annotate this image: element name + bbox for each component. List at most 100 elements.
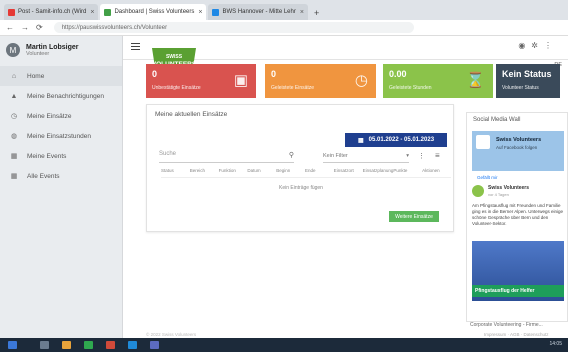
footer-copyright: © 2022 Swiss Volunteers bbox=[146, 332, 197, 337]
column-header[interactable]: Ende bbox=[305, 168, 334, 177]
screen: Post - Samit-info.ch (Wird × Dashboard |… bbox=[0, 0, 568, 352]
tab-label: BWS Hannover - Mitte Lehr bbox=[222, 9, 296, 15]
post-image: Pfingstausflug der Helfer bbox=[472, 241, 564, 301]
sidebar-item-label: Home bbox=[27, 72, 45, 80]
folder-icon[interactable] bbox=[62, 341, 71, 349]
clock-icon: ◷ bbox=[10, 113, 18, 120]
stat-value: Kein Status bbox=[502, 69, 552, 79]
date-range-label: 05.01.2022 - 05.01.2023 bbox=[368, 137, 435, 143]
column-header[interactable]: Status bbox=[161, 168, 190, 177]
user-profile[interactable]: M Martin Lobsiger Volunteer bbox=[0, 36, 122, 64]
start-icon[interactable] bbox=[8, 341, 17, 349]
filter-label: Kein Filter bbox=[323, 153, 348, 159]
calendar-icon: ▦ bbox=[10, 173, 18, 180]
stat-value: 0 bbox=[152, 69, 158, 79]
column-header[interactable]: Funktion bbox=[219, 168, 248, 177]
home-icon: ⌂ bbox=[11, 72, 17, 80]
new-tab-button[interactable]: + bbox=[310, 8, 323, 20]
column-header[interactable]: Einsatzplanung bbox=[363, 168, 394, 177]
post-text: Am Pfingstausflug mit Freunden und Famil… bbox=[472, 203, 564, 226]
close-icon[interactable]: × bbox=[300, 9, 304, 16]
stat-label: Geleistete Einsätze bbox=[271, 85, 315, 91]
column-header[interactable]: Bereich bbox=[190, 168, 219, 177]
stat-tile-hours[interactable]: 0.00 Geleistete Stunden ⌛ bbox=[383, 64, 493, 98]
post-author: Swiss Volunteers bbox=[488, 185, 530, 191]
sidebar-item-hours[interactable]: ◍ Meine Einsatzstunden bbox=[0, 126, 122, 146]
empty-state: Kein Einträge fügen bbox=[279, 185, 323, 191]
back-icon[interactable]: ← bbox=[6, 23, 14, 32]
app-icon[interactable] bbox=[106, 341, 115, 349]
sidebar-item-home[interactable]: ⌂ Home bbox=[0, 66, 122, 86]
more-options-icon[interactable]: ⋮ bbox=[418, 152, 425, 160]
more-icon[interactable]: ⋮ bbox=[544, 41, 558, 50]
column-header[interactable]: Einsatzort bbox=[334, 168, 363, 177]
menu-icon[interactable] bbox=[131, 43, 140, 50]
app-icon[interactable] bbox=[84, 341, 93, 349]
stat-tile-unconfirmed[interactable]: 0 Unbestätigte Einsätze ▣ bbox=[146, 64, 256, 98]
avatar bbox=[472, 185, 484, 197]
browser-tab-bar: Post - Samit-info.ch (Wird × Dashboard |… bbox=[0, 0, 568, 20]
account-icon[interactable]: ◉ bbox=[518, 41, 531, 50]
column-header[interactable]: Aktionen bbox=[422, 168, 451, 177]
post-banner: Pfingstausflug der Helfer bbox=[472, 285, 564, 297]
app-icon[interactable] bbox=[150, 341, 159, 349]
reload-icon[interactable]: ⟳ bbox=[36, 23, 43, 32]
sidebar-item-notifications[interactable]: ▲ Meine Benachrichtigungen bbox=[0, 86, 122, 106]
card-title: Meine aktuellen Einsätze bbox=[155, 111, 228, 118]
search-icon[interactable] bbox=[40, 341, 49, 349]
stat-tile-status[interactable]: Kein Status Volunteer Status bbox=[496, 64, 560, 98]
like-button[interactable]: Gefällt mir bbox=[477, 175, 498, 180]
clipboard-icon: ▣ bbox=[233, 72, 248, 89]
tab-favicon-icon bbox=[8, 8, 15, 16]
footer-links[interactable]: Impressum · AGB · Datenschutz bbox=[484, 332, 549, 337]
close-icon[interactable]: × bbox=[90, 9, 94, 16]
browser-tab-2[interactable]: Dashboard | Swiss Volunteers × bbox=[100, 4, 207, 20]
tab-favicon-icon bbox=[212, 8, 220, 16]
bell-icon: ▲ bbox=[10, 92, 18, 100]
social-media-wall: Social Media Wall Swiss Volunteers Auf F… bbox=[466, 112, 568, 322]
filter-select[interactable]: Kein Filter ▾ bbox=[323, 153, 409, 163]
stat-label: Volunteer Status bbox=[502, 85, 539, 91]
tab-label: Dashboard | Swiss Volunteers bbox=[114, 9, 195, 15]
sidebar-item-my-events[interactable]: ▦ Meine Events bbox=[0, 146, 122, 166]
avatar: M bbox=[6, 43, 20, 57]
stat-label: Geleistete Stunden bbox=[389, 85, 432, 91]
tab-label: Post - Samit-info.ch (Wird bbox=[18, 9, 87, 15]
browser-icon[interactable] bbox=[128, 341, 137, 349]
search-input[interactable]: Suche ⚲ bbox=[159, 151, 294, 163]
facebook-page-card[interactable]: Swiss Volunteers Auf Facebook folgen bbox=[472, 131, 564, 171]
forward-icon[interactable]: → bbox=[21, 23, 29, 32]
more-assignments-button[interactable]: Weitere Einsätze bbox=[389, 211, 439, 222]
corporate-link[interactable]: Corporate Volunteering - Firme... bbox=[466, 322, 568, 328]
date-range-button[interactable]: ▦ 05.01.2022 - 05.01.2023 bbox=[345, 133, 447, 147]
hourglass-icon: ⌛ bbox=[466, 72, 485, 89]
calendar-icon: ▦ bbox=[357, 137, 364, 144]
sidebar-item-label: Meine Einsätze bbox=[27, 112, 72, 120]
table-header: Status Bereich Funktion Datum Beginn End… bbox=[161, 168, 451, 178]
filter-lines-icon[interactable]: ≡ bbox=[435, 151, 440, 160]
sidebar: M Martin Lobsiger Volunteer ⌂ Home ▲ Mei… bbox=[0, 36, 123, 352]
sidebar-item-assignments[interactable]: ◷ Meine Einsätze bbox=[0, 106, 122, 126]
gauge-icon: ◍ bbox=[10, 133, 18, 140]
page-subtitle: Auf Facebook folgen bbox=[496, 145, 538, 150]
column-header[interactable]: Datum bbox=[247, 168, 276, 177]
column-header[interactable]: Beginn bbox=[276, 168, 305, 177]
chevron-down-icon: ▾ bbox=[406, 153, 409, 159]
social-post[interactable]: Swiss Volunteers vor 4 Tagen Am Pfingsta… bbox=[472, 185, 564, 315]
user-name: Martin Lobsiger bbox=[26, 43, 79, 51]
url-input[interactable]: https://pauswissvolunteers.ch/Volunteer bbox=[53, 22, 414, 33]
settings-icon[interactable]: ✲ bbox=[531, 41, 544, 50]
os-taskbar: 14:05 bbox=[0, 338, 568, 352]
browser-tab-1[interactable]: Post - Samit-info.ch (Wird × bbox=[4, 4, 99, 20]
user-role: Volunteer bbox=[26, 50, 50, 57]
stat-value: 0.00 bbox=[389, 69, 407, 79]
page-title: Swiss Volunteers bbox=[496, 137, 542, 143]
column-header[interactable]: Punkte bbox=[393, 168, 422, 177]
stat-tile-completed[interactable]: 0 Geleistete Einsätze ◷ bbox=[265, 64, 376, 98]
header-icons: ◉✲⋮ bbox=[518, 41, 558, 50]
address-bar: ← → ⟳ https://pauswissvolunteers.ch/Volu… bbox=[0, 20, 568, 36]
close-icon[interactable]: × bbox=[198, 9, 202, 16]
sidebar-item-label: Alle Events bbox=[27, 172, 60, 180]
sidebar-item-all-events[interactable]: ▦ Alle Events bbox=[0, 166, 122, 186]
browser-tab-3[interactable]: BWS Hannover - Mitte Lehr × bbox=[208, 4, 308, 20]
